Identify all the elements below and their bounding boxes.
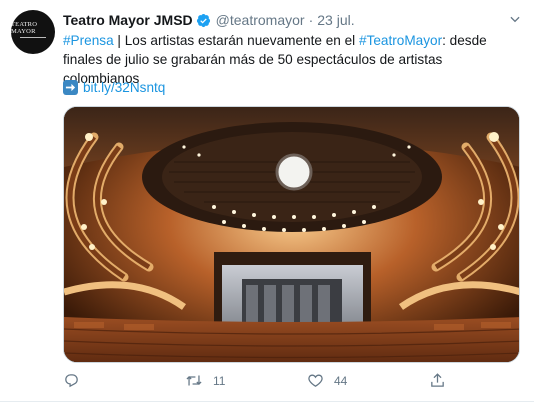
tweet-actions: 11 44 — [63, 372, 503, 392]
tweet-text-part1: | Los artistas estarán nuevamente en el — [113, 33, 359, 48]
heart-icon — [308, 374, 323, 387]
chevron-down-icon[interactable] — [508, 12, 522, 26]
tweet-date[interactable]: 23 jul. — [317, 12, 354, 28]
author-name[interactable]: Teatro Mayor JMSD — [63, 12, 193, 28]
reply-icon — [65, 374, 78, 388]
tweet-media-image[interactable] — [63, 106, 520, 363]
like-button[interactable]: 44 — [307, 372, 347, 389]
retweet-count: 11 — [213, 373, 226, 388]
like-count: 44 — [334, 373, 348, 388]
avatar-logo-subline — [33, 39, 34, 42]
retweet-icon — [186, 375, 202, 386]
reply-button[interactable] — [63, 372, 80, 389]
right-arrow-emoji-icon — [63, 80, 78, 95]
retweet-button[interactable]: 11 — [185, 372, 225, 389]
tweet-header: Teatro Mayor JMSD @teatromayor · 23 jul. — [63, 10, 522, 30]
author-handle[interactable]: @teatromayor — [216, 12, 305, 28]
avatar[interactable]: TEATRO MAYOR — [11, 10, 55, 54]
share-icon — [431, 373, 444, 387]
verified-badge-icon — [196, 13, 210, 27]
theater-interior-illustration — [64, 107, 519, 362]
header-separator: · — [308, 12, 314, 28]
tweet-link-line: bit.ly/32Nsntq — [63, 80, 165, 95]
avatar-logo-text: TEATRO MAYOR — [11, 21, 38, 35]
tweet[interactable]: TEATRO MAYOR Teatro Mayor JMSD @teatroma… — [0, 0, 534, 402]
hashtag-prensa[interactable]: #Prensa — [63, 33, 114, 48]
share-button[interactable] — [429, 372, 446, 389]
hashtag-teatromayor[interactable]: #TeatroMayor — [359, 33, 442, 48]
tweet-link[interactable]: bit.ly/32Nsntq — [83, 80, 165, 95]
